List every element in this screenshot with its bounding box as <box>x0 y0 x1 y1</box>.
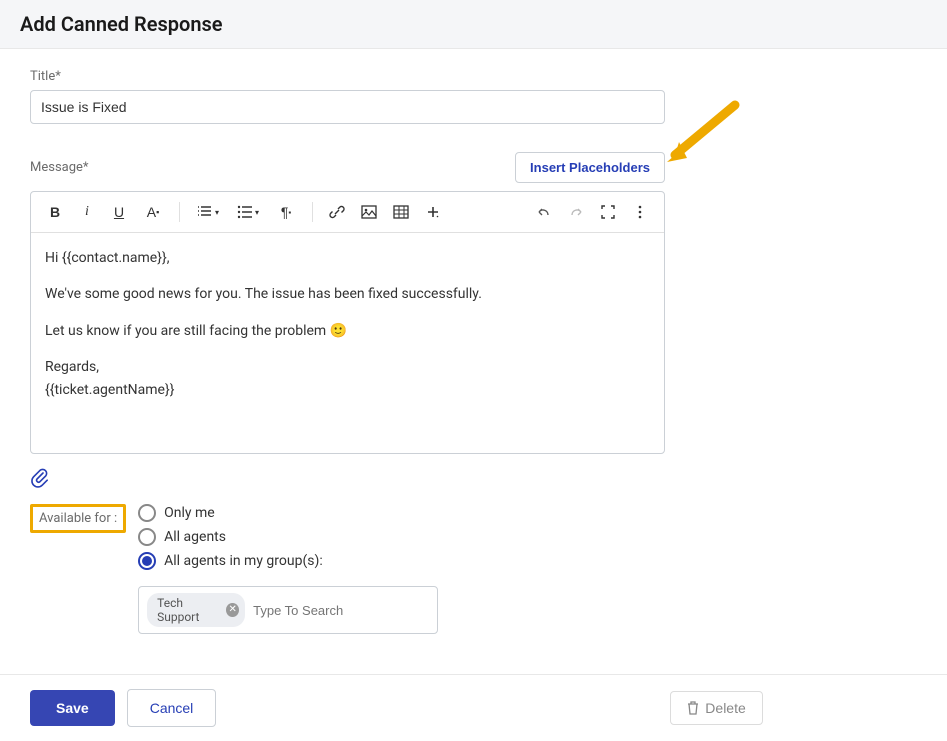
trash-icon <box>687 701 699 715</box>
text-color-button[interactable]: A▪ <box>137 198 169 226</box>
footer-actions: Save Cancel Delete <box>0 674 947 741</box>
italic-button[interactable]: i <box>73 198 101 226</box>
radio-all-agents-groups[interactable]: All agents in my group(s): <box>138 552 438 570</box>
editor-line: Hi {{contact.name}}, <box>45 247 650 269</box>
availability-radio-group: Only me All agents All agents in my grou… <box>138 504 438 634</box>
tag-chip: Tech Support ✕ <box>147 593 245 627</box>
radio-only-me[interactable]: Only me <box>138 504 438 522</box>
editor-content[interactable]: Hi {{contact.name}}, We've some good new… <box>31 233 664 453</box>
radio-all-agents[interactable]: All agents <box>138 528 438 546</box>
editor-toolbar: B i U A▪ ▾ ▾ ¶▪ <box>31 192 664 233</box>
paragraph-format-button[interactable]: ¶▪ <box>270 198 302 226</box>
attachment-icon[interactable] <box>30 468 48 492</box>
group-search-input[interactable] <box>253 603 429 618</box>
image-button[interactable] <box>355 198 383 226</box>
title-input[interactable] <box>30 90 665 124</box>
header-bar: Add Canned Response <box>0 0 947 49</box>
title-label: Title* <box>30 69 690 84</box>
fullscreen-button[interactable] <box>594 198 622 226</box>
table-button[interactable] <box>387 198 415 226</box>
editor-line: Regards,{{ticket.agentName}} <box>45 356 650 401</box>
ordered-list-button[interactable]: ▾ <box>190 198 226 226</box>
tag-remove-icon[interactable]: ✕ <box>226 603 239 617</box>
underline-button[interactable]: U <box>105 198 133 226</box>
editor-line: Let us know if you are still facing the … <box>45 320 650 342</box>
insert-more-button[interactable] <box>419 198 447 226</box>
rich-text-editor: B i U A▪ ▾ ▾ ¶▪ <box>30 191 665 454</box>
unordered-list-button[interactable]: ▾ <box>230 198 266 226</box>
group-tag-input[interactable]: Tech Support ✕ <box>138 586 438 634</box>
undo-button[interactable] <box>530 198 558 226</box>
message-label: Message* <box>30 160 89 175</box>
save-button[interactable]: Save <box>30 690 115 726</box>
bold-button[interactable]: B <box>41 198 69 226</box>
link-button[interactable] <box>323 198 351 226</box>
more-options-button[interactable] <box>626 198 654 226</box>
insert-placeholders-button[interactable]: Insert Placeholders <box>515 152 665 183</box>
available-for-label: Available for : <box>30 504 126 533</box>
editor-line: We've some good news for you. The issue … <box>45 283 650 305</box>
redo-button[interactable] <box>562 198 590 226</box>
page-title: Add Canned Response <box>20 12 927 36</box>
cancel-button[interactable]: Cancel <box>127 689 217 727</box>
delete-button[interactable]: Delete <box>670 691 762 725</box>
